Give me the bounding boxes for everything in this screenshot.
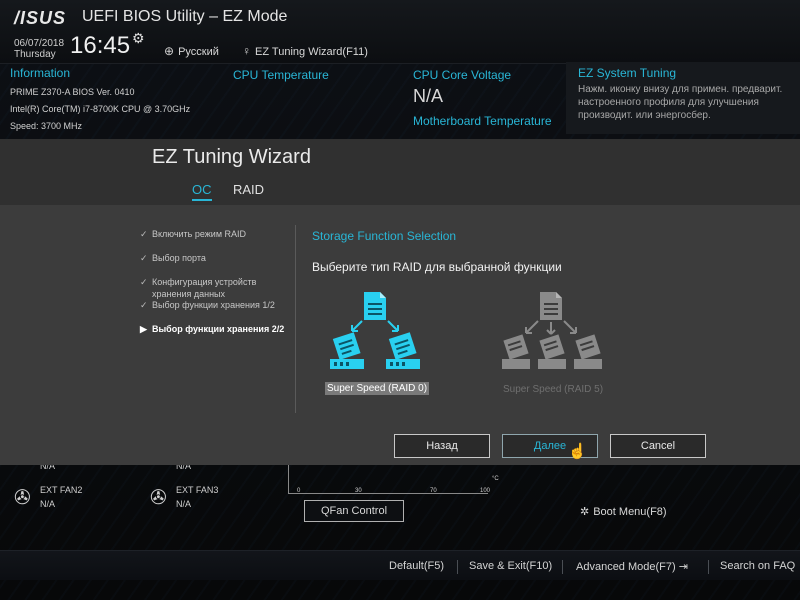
chart-tick-label: 70	[430, 488, 437, 494]
boot-menu-icon: ✲	[580, 506, 590, 518]
globe-icon: ⊕	[164, 44, 175, 58]
section-title: Storage Function Selection	[312, 229, 457, 243]
fan-name: EXT FAN2	[40, 485, 83, 495]
raid5-option[interactable]	[498, 289, 608, 399]
mb-temperature-title: Motherboard Temperature	[413, 114, 552, 128]
lightbulb-icon: ♀	[242, 44, 251, 58]
cpu-temperature-title: CPU Temperature	[233, 68, 329, 82]
language-selector[interactable]: ⊕ Русский	[164, 44, 219, 58]
footer-bar: Default(F5) Save & Exit(F10) Advanced Mo…	[0, 550, 800, 580]
wizard-step: ✓ Выбор функции хранения 1/2	[140, 299, 290, 311]
qfan-control-button[interactable]: QFan Control	[304, 500, 404, 522]
information-title: Information	[10, 66, 71, 80]
fan-item-ext-fan3[interactable]: ✇ EXT FAN3 N/A	[150, 485, 250, 513]
bios-title: UEFI BIOS Utility – EZ Mode	[82, 8, 288, 25]
cpu-temperature-panel: CPU Temperature	[233, 68, 329, 82]
checkmark-icon: ✓	[140, 277, 148, 287]
wizard-step: ✓ Выбор порта	[140, 252, 290, 264]
raid5-label[interactable]: Super Speed (RAID 5)	[503, 384, 603, 395]
boot-menu-label: Boot Menu(F8)	[593, 506, 667, 518]
back-button[interactable]: Назад	[394, 434, 490, 458]
fan-item-ext-fan2[interactable]: ✇ EXT FAN2 N/A	[14, 485, 114, 513]
vertical-divider	[295, 225, 296, 413]
wizard-step-label: Выбор функции хранения 1/2	[152, 300, 275, 310]
raid5-icon	[502, 292, 602, 369]
wizard-step-label: Выбор функции хранения 2/2	[152, 324, 285, 334]
speed-info: Speed: 3700 MHz	[10, 121, 83, 131]
raid0-icon	[330, 292, 420, 369]
wizard-step-label: Конфигурация устройств хранения данных	[152, 277, 257, 299]
checkmark-icon: ✓	[140, 253, 148, 263]
raid0-label[interactable]: Super Speed (RAID 0)	[325, 382, 430, 395]
fan-value: N/A	[176, 499, 192, 509]
cpu-voltage-panel: CPU Core Voltage N/A	[413, 68, 511, 107]
advanced-mode-label: Advanced Mode(F7)	[576, 561, 676, 573]
advanced-mode-button[interactable]: Advanced Mode(F7) ⇥	[576, 560, 688, 573]
fan-curve-chart	[288, 462, 488, 494]
boot-menu-button[interactable]: ✲ Boot Menu(F8)	[580, 505, 667, 518]
checkmark-icon: ✓	[140, 229, 148, 239]
information-panel: Information PRIME Z370-A BIOS Ver. 0410 …	[10, 66, 220, 131]
triangle-right-icon: ▶	[140, 324, 147, 334]
mb-temperature-panel: Motherboard Temperature	[413, 114, 552, 128]
clock-time: 16:45	[70, 32, 131, 59]
chart-tick-label: 30	[355, 488, 362, 494]
asus-logo: /ISUS	[14, 8, 67, 28]
ez-system-tuning-title: EZ System Tuning	[578, 66, 677, 80]
cancel-button[interactable]: Cancel	[610, 434, 706, 458]
date-display: 06/07/2018 Thursday	[14, 38, 64, 60]
tab-raid[interactable]: RAID	[233, 182, 264, 197]
footer-divider	[457, 560, 458, 574]
ez-system-tuning-description: Нажм. иконку внизу для примен. предварит…	[578, 84, 783, 121]
chart-tick-label: 100	[480, 488, 491, 494]
cpu-voltage-value: N/A	[413, 86, 444, 106]
dialog-title: EZ Tuning Wizard	[152, 146, 311, 168]
wizard-step-label: Выбор порта	[152, 253, 206, 263]
checkmark-icon: ✓	[140, 300, 148, 310]
ez-tuning-wizard-link[interactable]: ♀ EZ Tuning Wizard(F11)	[242, 44, 368, 58]
wizard-step-label: Включить режим RAID	[152, 229, 247, 239]
ez-wizard-label: EZ Tuning Wizard(F11)	[255, 46, 368, 58]
wizard-step-active: ▶ Выбор функции хранения 2/2	[140, 323, 290, 335]
footer-divider	[562, 560, 563, 574]
footer-divider	[708, 560, 709, 574]
fan-icon: ✇	[150, 487, 167, 509]
cpu-voltage-title: CPU Core Voltage	[413, 68, 512, 82]
tab-oc[interactable]: OC	[192, 182, 212, 201]
fan-name: EXT FAN3	[176, 485, 219, 495]
fan-icon: ✇	[14, 487, 31, 509]
chart-unit-label: °C	[492, 476, 499, 482]
top-header: /ISUS UEFI BIOS Utility – EZ Mode 06/07/…	[0, 0, 800, 64]
prompt-text: Выберите тип RAID для выбранной функции	[312, 260, 562, 274]
clock-settings-gear-icon[interactable]: ⚙	[132, 30, 145, 47]
fan-value: N/A	[40, 499, 56, 509]
dialog-header: EZ Tuning Wizard OC RAID	[0, 139, 800, 205]
wizard-step: ✓ Конфигурация устройств хранения данных	[140, 276, 290, 300]
date-text: 06/07/2018	[14, 38, 65, 49]
exit-arrow-icon: ⇥	[678, 561, 688, 573]
ez-system-tuning-panel: EZ System Tuning Нажм. иконку внизу для …	[566, 62, 800, 134]
save-exit-button[interactable]: Save & Exit(F10)	[469, 560, 552, 572]
cpu-info: Intel(R) Core(TM) i7-8700K CPU @ 3.70GHz	[10, 104, 191, 114]
board-info: PRIME Z370-A BIOS Ver. 0410	[10, 87, 135, 97]
wizard-step: ✓ Включить режим RAID	[140, 228, 290, 240]
language-label: Русский	[178, 46, 219, 58]
ez-tuning-wizard-dialog: EZ Tuning Wizard OC RAID ✓ Включить режим…	[0, 139, 800, 465]
chart-tick-label: 0	[297, 488, 301, 494]
hand-cursor-icon: ☝	[568, 443, 587, 460]
search-faq-button[interactable]: Search on FAQ	[720, 560, 795, 572]
day-text: Thursday	[14, 49, 56, 60]
default-button[interactable]: Default(F5)	[389, 560, 444, 572]
